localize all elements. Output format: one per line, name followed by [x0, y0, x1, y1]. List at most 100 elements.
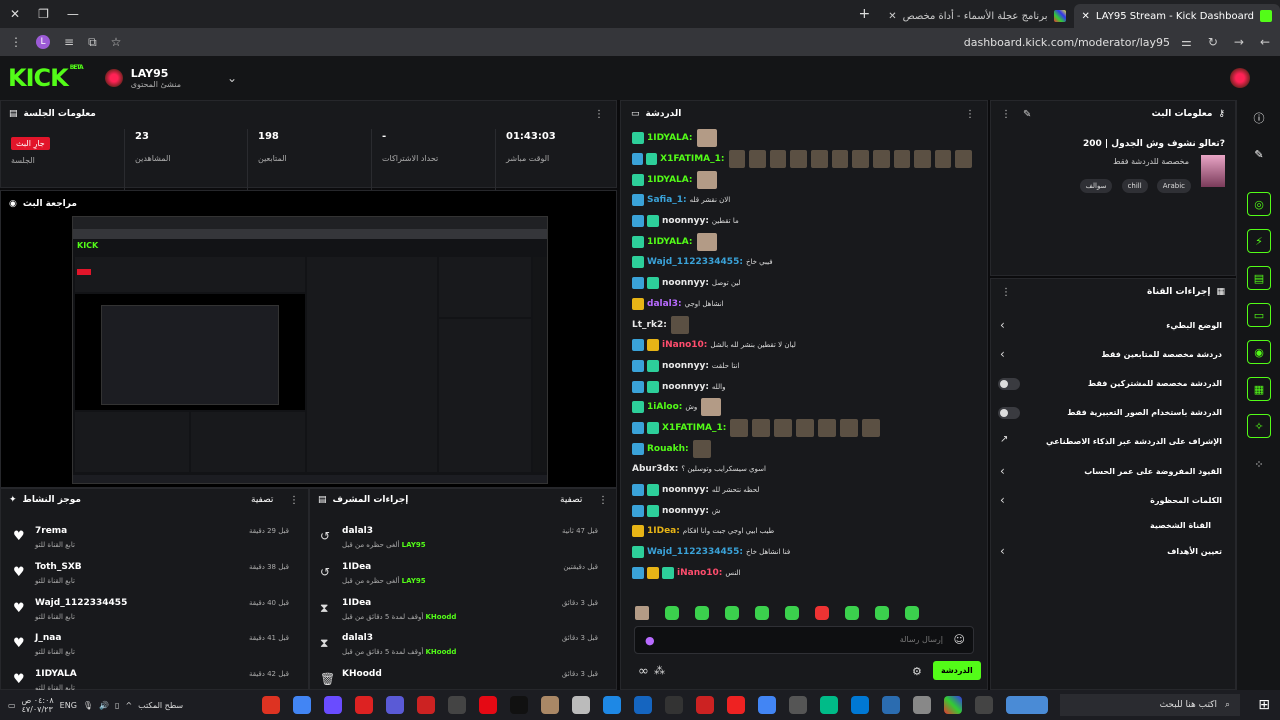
chat-message[interactable]: noonnyy: لين توصل	[632, 273, 972, 294]
app-icon[interactable]	[324, 696, 342, 714]
forward-icon[interactable]: →	[1234, 35, 1244, 49]
chat-message[interactable]: noonnyy: ما تقطين	[632, 211, 972, 232]
bookmark-star-icon[interactable]: ☆	[111, 35, 122, 49]
chat-username[interactable]: Safia_1:	[647, 195, 687, 205]
chat-username[interactable]: X1FATIMA_1:	[662, 423, 726, 433]
chat-username[interactable]: 1IDea:	[647, 526, 680, 536]
back-icon[interactable]: ←	[1260, 35, 1270, 49]
stream-preview-video[interactable]: KICK	[72, 216, 548, 484]
opera-icon[interactable]	[727, 696, 745, 714]
chat-message[interactable]: X1FATIMA_1:	[632, 418, 972, 439]
chat-message-list[interactable]: 1IDYALA: X1FATIMA_1: 1IDYALA: Safia_1: الان …	[632, 128, 972, 598]
info-icon[interactable]: ⓘ	[1247, 106, 1271, 130]
channel-switcher[interactable]: LAY95 منشئ المحتوى ⌄	[104, 67, 237, 89]
task-view-icon[interactable]	[975, 696, 993, 714]
desktop-label[interactable]: سطح المكتب	[138, 701, 183, 710]
netflix-icon[interactable]	[479, 696, 497, 714]
chrome-icon[interactable]	[758, 696, 776, 714]
chat-username[interactable]: 1IDYALA:	[647, 237, 693, 247]
subscribers-only-toggle[interactable]	[998, 378, 1020, 390]
chat-message[interactable]: iNano10: النس	[632, 562, 972, 583]
panel-menu-icon[interactable]: ⋮	[598, 495, 608, 506]
chat-username[interactable]: Lt_rk2:	[632, 320, 667, 330]
restore-window-icon[interactable]: ❐	[38, 7, 49, 21]
chat-username[interactable]: 1IDYALA:	[647, 175, 693, 185]
document-icon[interactable]: ▤	[1247, 266, 1271, 290]
close-tab-icon[interactable]: ✕	[1082, 11, 1090, 22]
chat-message[interactable]: iNano10: ليان لا تقطين بنشر لله بالشل	[632, 335, 972, 356]
new-tab-button[interactable]: +	[848, 6, 880, 22]
chat-message[interactable]: noonnyy: والله	[632, 376, 972, 397]
emoji-icon[interactable]: ☺	[954, 633, 965, 646]
emote-item[interactable]	[845, 606, 859, 620]
chat-message[interactable]: 1IDYALA:	[632, 128, 972, 149]
chat-message[interactable]: 1IDYALA:	[632, 231, 972, 252]
chat-message[interactable]: noonnyy: ش	[632, 500, 972, 521]
close-window-icon[interactable]: ✕	[10, 7, 20, 21]
kick-logo[interactable]: KICK BETA	[0, 64, 84, 92]
followers-only-row[interactable]: ‹ دردشة مخصصة للمتابعين فقط	[990, 341, 1236, 370]
app-icon[interactable]	[417, 696, 435, 714]
chat-username[interactable]: iNano10:	[677, 568, 722, 578]
chat-username[interactable]: Wajd_1122334455:	[647, 257, 743, 267]
chat-username[interactable]: 1IDYALA:	[647, 133, 693, 143]
emote-item[interactable]	[725, 606, 739, 620]
app-icon[interactable]	[634, 696, 652, 714]
chat-username[interactable]: noonnyy:	[662, 361, 709, 371]
emote-item[interactable]	[785, 606, 799, 620]
chat-message[interactable]: Wajd_1122334455: فنا انشاهل خاخ	[632, 542, 972, 563]
chat-message[interactable]: X1FATIMA_1:	[632, 149, 972, 170]
chevron-down-icon[interactable]: ⌄	[227, 71, 237, 85]
emote-item[interactable]	[665, 606, 679, 620]
network-icon[interactable]: ▯	[115, 701, 119, 710]
chat-username[interactable]: Abur3dx:	[632, 464, 678, 474]
chat-message[interactable]: Safia_1: الان نقشر قله	[632, 190, 972, 211]
chat-message[interactable]: dalal3: انشاهل اوجي	[632, 294, 972, 315]
chat-send-button[interactable]: الدردشة	[933, 661, 981, 680]
microphone-icon[interactable]: ●	[645, 634, 655, 647]
chat-username[interactable]: Wajd_1122334455:	[647, 547, 743, 557]
user-avatar[interactable]	[1230, 68, 1250, 88]
app-icon[interactable]	[262, 696, 280, 714]
chat-message[interactable]: noonnyy: انتا حلقت	[632, 356, 972, 377]
volume-icon[interactable]: 🔊	[99, 701, 109, 710]
chat-username[interactable]: iNano10:	[662, 340, 707, 350]
chat-input[interactable]: ● إرسال رسالة ☺	[634, 626, 974, 654]
slow-mode-row[interactable]: ‹ الوضع البطيء	[990, 312, 1236, 341]
edit-icon[interactable]: ✎	[1023, 109, 1031, 120]
app-icon[interactable]	[603, 696, 621, 714]
app-icon[interactable]	[696, 696, 714, 714]
url-field[interactable]: dashboard.kick.com/moderator/lay95	[964, 36, 1170, 49]
copilot-icon[interactable]	[944, 696, 962, 714]
close-tab-icon[interactable]: ✕	[888, 11, 896, 22]
app-icon[interactable]	[913, 696, 931, 714]
filter-button[interactable]: تصفية	[251, 495, 273, 505]
store-icon[interactable]	[882, 696, 900, 714]
app-icon[interactable]	[448, 696, 466, 714]
emote-item[interactable]	[815, 606, 829, 620]
chat-message[interactable]: Abur3dx: اسوي سيسكرايب وتوسلين ؟	[632, 459, 972, 480]
panel-menu-icon[interactable]: ⋮	[289, 495, 299, 506]
taskbar-search[interactable]: اكتب هنا للبحث ⌕	[1060, 694, 1240, 716]
panel-menu-icon[interactable]: ⋮	[1001, 109, 1011, 120]
media-icon[interactable]: ≡	[64, 35, 74, 49]
chat-message[interactable]: 1iAloo: وش	[632, 397, 972, 418]
weather-widget[interactable]	[1006, 696, 1048, 714]
menu-dots-icon[interactable]: ⋮	[10, 35, 22, 49]
filter-button[interactable]: تصفية	[560, 495, 582, 505]
chat-bubble-icon[interactable]: ▭	[1247, 303, 1271, 327]
chat-username[interactable]: noonnyy:	[662, 485, 709, 495]
edge-icon[interactable]	[820, 696, 838, 714]
broadcast-icon[interactable]: ◉	[1247, 340, 1271, 364]
reload-icon[interactable]: ↻	[1208, 35, 1218, 49]
language-indicator[interactable]: ENG	[60, 701, 77, 710]
panel-menu-icon[interactable]: ⋮	[1001, 287, 1011, 298]
browser-tab-1[interactable]: ✕ LAY95 Stream - Kick Dashboard	[1073, 4, 1280, 28]
tiktok-icon[interactable]	[510, 696, 528, 714]
chat-username[interactable]: 1iAloo:	[647, 402, 682, 412]
panel-menu-icon[interactable]: ⋮	[594, 109, 604, 120]
wrench-icon[interactable]: ✧	[1247, 414, 1271, 438]
target-icon[interactable]: ◎	[1247, 192, 1271, 216]
points-icon[interactable]: ⁂	[654, 664, 665, 677]
extensions-icon[interactable]: ⧉	[88, 35, 97, 50]
